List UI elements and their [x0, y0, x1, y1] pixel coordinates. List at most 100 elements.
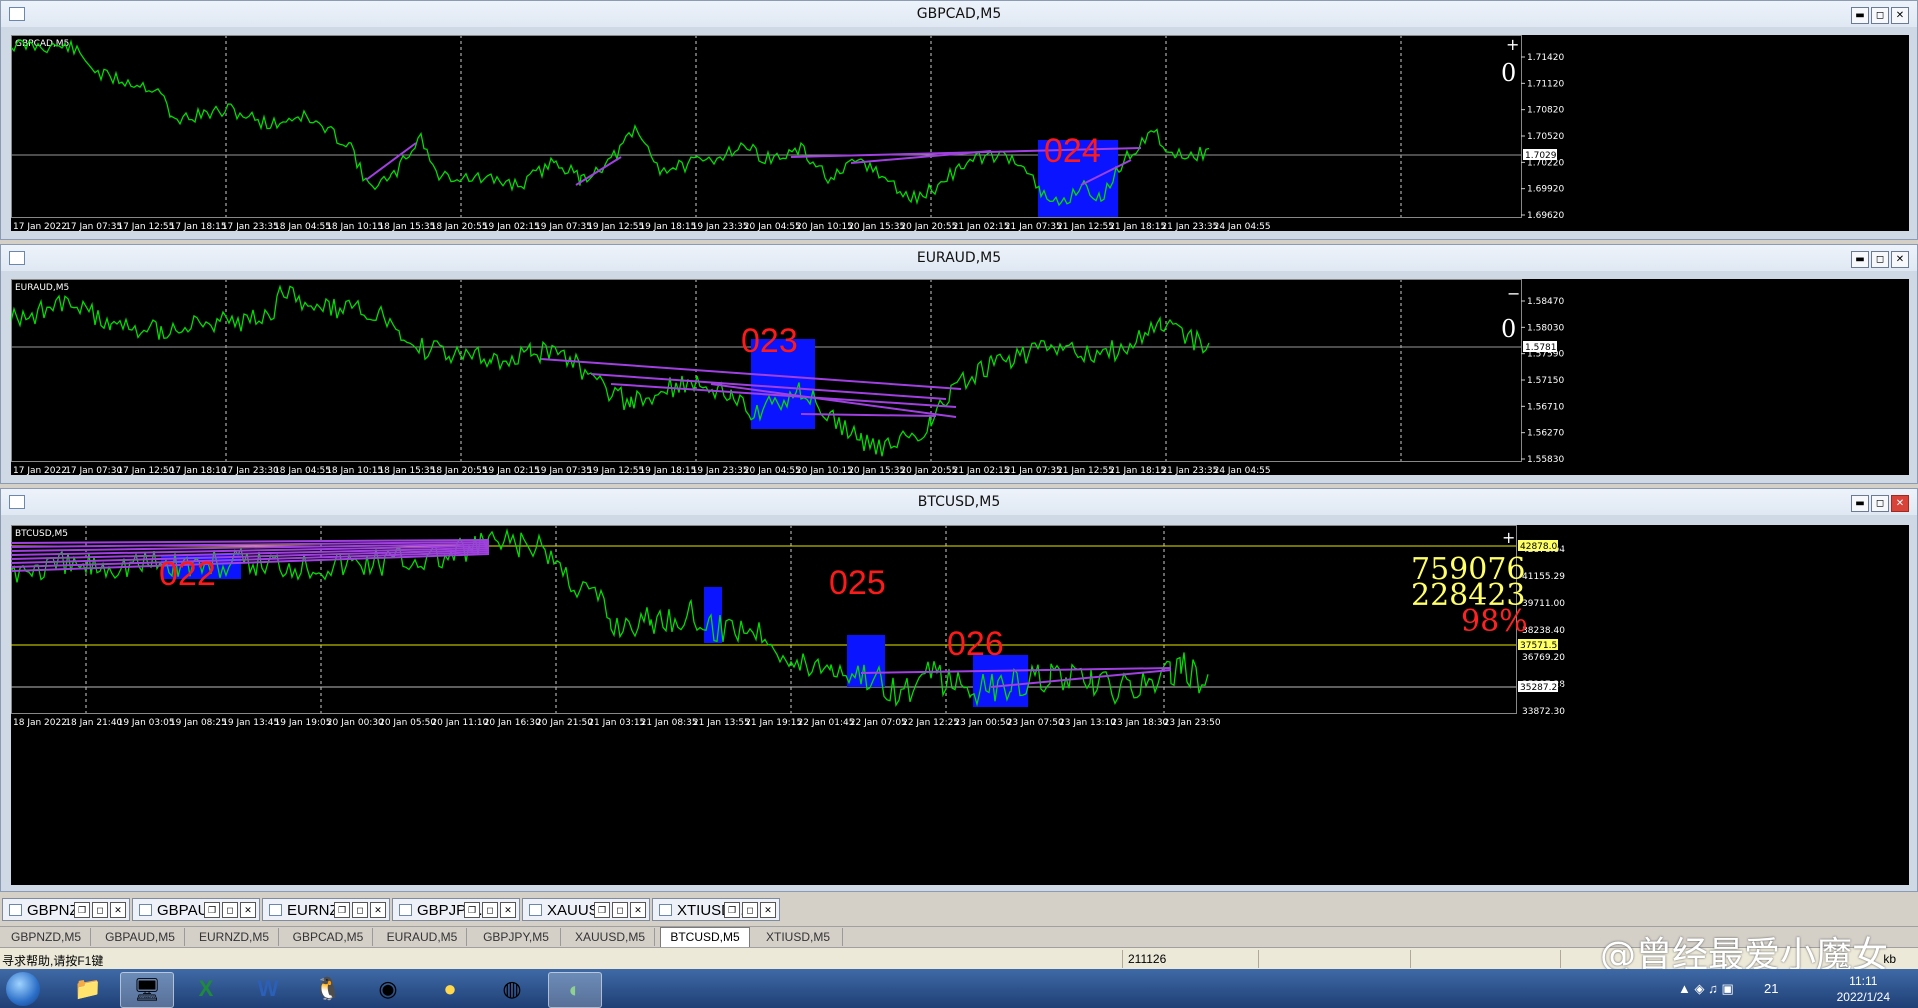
maximize-button[interactable]: ◻ — [352, 902, 368, 918]
minimize-button[interactable]: ▬ — [1851, 495, 1869, 512]
close-button[interactable]: ✕ — [630, 902, 646, 918]
time-tick-label: 18 Jan 20:55 — [431, 222, 488, 231]
time-tick-label: 20 Jan 20:55 — [900, 222, 957, 231]
window-titlebar[interactable]: EURAUD,M5 ▬ ◻ ✕ — [1, 245, 1917, 271]
close-button[interactable]: ✕ — [110, 902, 126, 918]
maximize-button[interactable]: ◻ — [92, 902, 108, 918]
time-tick-label: 20 Jan 16:30 — [484, 718, 541, 728]
price-tick-label: 1.58470 — [1527, 297, 1564, 307]
time-tick-label: 20 Jan 04:55 — [744, 222, 801, 231]
window-tab[interactable]: XAUUS... ❐ ◻ ✕ — [522, 898, 650, 921]
time-tick-label: 21 Jan 23:35 — [1161, 466, 1218, 475]
time-tick-label: 21 Jan 12:55 — [1057, 222, 1114, 231]
price-tick-label: 36769.20 — [1522, 653, 1565, 663]
time-tick-label: 18 Jan 04:55 — [274, 222, 331, 231]
clock-date: 2022/1/24 — [1836, 990, 1890, 1004]
restore-button[interactable]: ❐ — [204, 902, 220, 918]
price-chart-btcusd[interactable]: BTCUSD,M5 42878.04 41155.29 39711.00 38238.4… — [11, 525, 1909, 885]
time-tick-label: 22 Jan 01:45 — [798, 718, 855, 728]
window-titlebar[interactable]: GBPCAD,M5 ▬ ◻ ✕ — [1, 1, 1917, 27]
time-tick-label: 20 Jan 15:35 — [848, 466, 905, 475]
window-tab-icon — [399, 904, 412, 916]
trend-line — [800, 413, 937, 417]
time-tick-label: 19 Jan 19:05 — [275, 718, 332, 728]
time-tick-label: 17 Jan 07:30 — [65, 466, 122, 475]
sheet-tab[interactable]: GBPJPY,M5 — [472, 928, 561, 946]
window-tab-icon — [269, 904, 282, 916]
maximize-button[interactable]: ◻ — [1871, 251, 1889, 268]
close-button[interactable]: ✕ — [1891, 495, 1909, 512]
counter-value: 0 — [1501, 59, 1516, 87]
word-taskbar-icon[interactable]: W — [242, 972, 294, 1006]
time-tick-label: 19 Jan 02:15 — [483, 466, 540, 475]
time-tick-label: 17 Jan 12:50 — [117, 466, 174, 475]
close-button[interactable]: ✕ — [500, 902, 516, 918]
minimize-button[interactable]: ▬ — [1851, 251, 1869, 268]
sheet-tab[interactable]: GBPAUD,M5 — [96, 928, 185, 946]
close-button[interactable]: ✕ — [240, 902, 256, 918]
chart-window-gbpcad[interactable]: GBPCAD,M5 ▬ ◻ ✕ GBPCAD,M5 1.71420 1.71120 1.7… — [0, 0, 1918, 240]
sheet-tab[interactable]: EURAUD,M5 — [378, 928, 467, 946]
window-tab[interactable]: EURNZ... ❐ ◻ ✕ — [262, 898, 390, 921]
maximize-button[interactable]: ◻ — [1871, 7, 1889, 24]
time-tick-label: 17 Jan 2022 — [13, 222, 67, 231]
status-value: 211126 — [1128, 952, 1167, 966]
restore-button[interactable]: ❐ — [594, 902, 610, 918]
window-titlebar[interactable]: BTCUSD,M5 ▬ ◻ ✕ — [1, 489, 1917, 515]
maximize-button[interactable]: ◻ — [482, 902, 498, 918]
price-chart-gbpcad[interactable]: GBPCAD,M51.714201.711201.708201.705201.7… — [11, 35, 1909, 231]
restore-button[interactable]: ❐ — [74, 902, 90, 918]
sheet-tab[interactable]: GBPCAD,M5 — [284, 928, 373, 946]
time-tick-label: 19 Jan 23:35 — [692, 466, 749, 475]
sheet-tab[interactable]: EURNZD,M5 — [190, 928, 279, 946]
qq-taskbar-icon[interactable]: 🐧 — [302, 972, 354, 1006]
price-tick-label: 1.70820 — [1527, 106, 1564, 116]
maximize-button[interactable]: ◻ — [222, 902, 238, 918]
close-button[interactable]: ✕ — [1891, 7, 1909, 24]
start-button[interactable] — [6, 972, 40, 1006]
time-tick-label: 19 Jan 12:55 — [587, 466, 644, 475]
browser-taskbar-icon[interactable]: ◉ — [362, 972, 414, 1006]
maximize-button[interactable]: ◻ — [742, 902, 758, 918]
window-tab[interactable]: XTIUSD... ❐ ◻ ✕ — [652, 898, 780, 921]
explorer-taskbar-icon[interactable]: 📁 — [62, 972, 114, 1006]
time-tick-label: 20 Jan 00:30 — [327, 718, 384, 728]
restore-button[interactable]: ❐ — [464, 902, 480, 918]
trend-line — [575, 156, 622, 186]
sheet-tab[interactable]: BTCUSD,M5 — [660, 927, 750, 948]
computer-taskbar-icon[interactable]: 🖥 — [120, 972, 174, 1008]
excel-taskbar-icon[interactable]: X — [180, 972, 232, 1006]
plot-border — [11, 35, 1522, 218]
time-tick-label: 21 Jan 07:35 — [1005, 222, 1062, 231]
chrome-taskbar-icon[interactable]: ◍ — [486, 972, 538, 1006]
minimize-button[interactable]: ▬ — [1851, 7, 1869, 24]
restore-button[interactable]: ❐ — [724, 902, 740, 918]
close-button[interactable]: ✕ — [370, 902, 386, 918]
sheet-tab[interactable]: GBPNZD,M5 — [2, 928, 91, 946]
chart-window-btcusd[interactable]: BTCUSD,M5 ▬◻✕ BTCUSD,M5 42878.04 41155.29 3… — [0, 488, 1918, 892]
restore-button[interactable]: ❐ — [334, 902, 350, 918]
price-chart-euraud[interactable]: EURAUD,M51.584701.580301.575901.571501.5… — [11, 279, 1909, 475]
time-tick-label: 23 Jan 00:50 — [954, 718, 1011, 728]
metatrader-taskbar-icon[interactable]: ◐ — [548, 972, 602, 1008]
time-tick-label: 21 Jan 18:15 — [1109, 222, 1166, 231]
annotation-label: 026 — [947, 625, 1004, 663]
clock[interactable]: 11:11 2022/1/24 — [1837, 973, 1890, 1005]
window-tab[interactable]: GBPAU... ❐ ◻ ✕ — [132, 898, 260, 921]
chart-window-euraud[interactable]: EURAUD,M5 ▬ ◻ ✕ EURAUD,M5 1.58470 1.58030 1.5… — [0, 244, 1918, 484]
window-tab[interactable]: GBPNZ... ❐ ◻ ✕ — [2, 898, 130, 921]
close-button[interactable]: ✕ — [760, 902, 776, 918]
window-tab[interactable]: GBPJPY,... ❐ ◻ ✕ — [392, 898, 520, 921]
maximize-button[interactable]: ◻ — [1871, 495, 1889, 512]
app-taskbar-icon[interactable]: ● — [424, 972, 476, 1006]
sheet-tab[interactable]: XAUUSD,M5 — [566, 928, 655, 946]
level-price-label: 42878.04 — [1520, 542, 1563, 552]
current-price-label: 1.70297 — [1525, 151, 1562, 161]
close-button[interactable]: ✕ — [1891, 251, 1909, 268]
time-tick-label: 22 Jan 07:05 — [850, 718, 907, 728]
maximize-button[interactable]: ◻ — [612, 902, 628, 918]
time-tick-label: 17 Jan 18:10 — [170, 466, 227, 475]
window-title: EURAUD,M5 — [916, 250, 1002, 266]
sheet-tab[interactable]: XTIUSD,M5 — [754, 928, 843, 946]
tray-icons[interactable]: ▲ ◈ ♫ ▣ — [1678, 981, 1734, 997]
